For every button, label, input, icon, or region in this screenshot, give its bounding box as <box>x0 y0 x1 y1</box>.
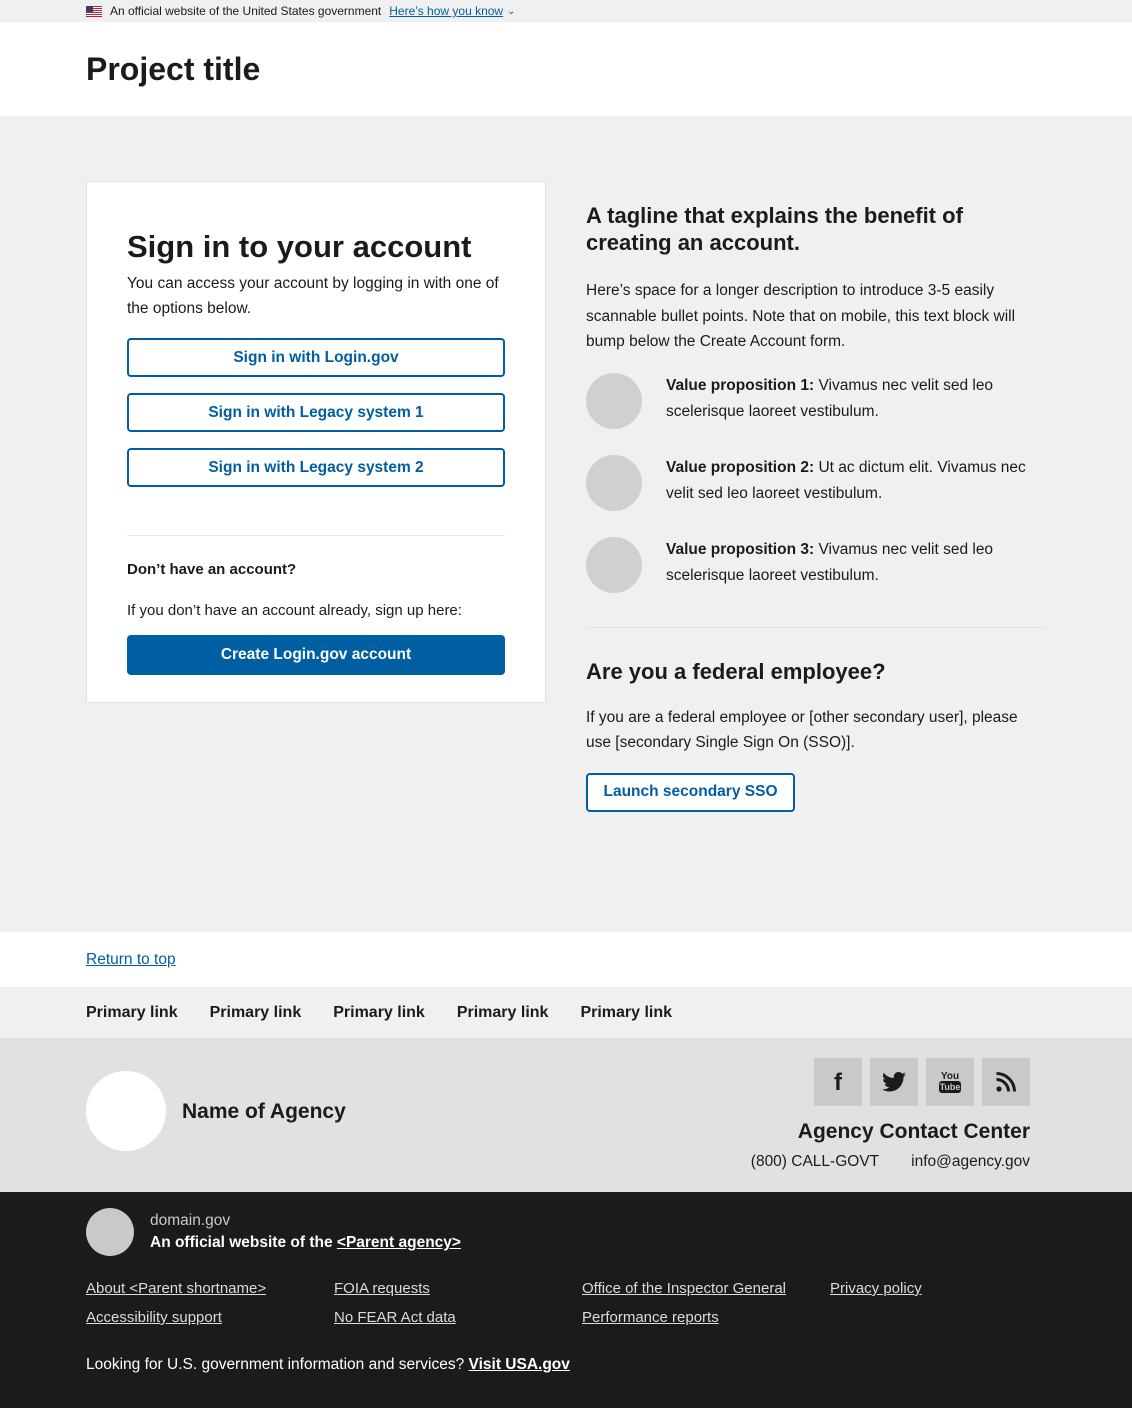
divider <box>127 535 505 536</box>
youtube-icon[interactable]: You Tube <box>926 1058 974 1106</box>
value-proposition-label: Value proposition 1: <box>666 376 815 394</box>
main-content: Sign in to your account You can access y… <box>0 116 1132 932</box>
create-account-button[interactable]: Create Login.gov account <box>127 635 505 675</box>
benefits-panel: A tagline that explains the benefit of c… <box>586 202 1046 812</box>
value-proposition: Value proposition 3: Vivamus nec velit s… <box>586 536 1046 593</box>
value-proposition: Value proposition 2: Ut ac dictum elit. … <box>586 454 1046 511</box>
federal-text: If you are a federal employee or [other … <box>586 708 1018 752</box>
foia-link[interactable]: FOIA requests <box>334 1280 430 1297</box>
identifier-domain: domain.gov <box>150 1212 231 1229</box>
no-account-heading: Don’t have an account? <box>127 561 297 578</box>
signin-title: Sign in to your account <box>127 229 472 264</box>
tagline-description: Here’s space for a longer description to… <box>586 282 1016 350</box>
site-header: Project title <box>0 22 1132 116</box>
contact-info: (800) CALL-GOVT info@agency.gov <box>751 1153 1030 1171</box>
about-link[interactable]: About <Parent shortname> <box>86 1280 266 1297</box>
federal-heading: Are you a federal employee? <box>586 658 886 684</box>
identifier: domain.gov An official website of the <P… <box>0 1192 1132 1408</box>
launch-sso-button[interactable]: Launch secondary SSO <box>586 772 795 812</box>
value-proposition-icon <box>586 454 642 511</box>
rss-icon[interactable] <box>982 1058 1030 1106</box>
signin-legacy2-button[interactable]: Sign in with Legacy system 2 <box>127 448 505 487</box>
contact-email[interactable]: info@agency.gov <box>911 1153 1030 1171</box>
banner-text: An official website of the United States… <box>110 4 382 18</box>
no-fear-act-link[interactable]: No FEAR Act data <box>334 1309 456 1326</box>
chevron-down-icon[interactable]: ⌄ <box>507 6 515 17</box>
inspector-general-link[interactable]: Office of the Inspector General <box>582 1280 786 1297</box>
value-proposition-label: Value proposition 3: <box>666 540 815 558</box>
usa-gov-text: Looking for U.S. government information … <box>86 1356 570 1374</box>
banner-how-you-know-link[interactable]: Here’s how you know <box>389 4 503 18</box>
agency-logo <box>86 1071 166 1151</box>
us-flag-icon <box>86 5 102 17</box>
value-proposition-label: Value proposition 2: <box>666 458 815 476</box>
gov-banner: An official website of the United States… <box>0 0 1132 22</box>
facebook-icon[interactable]: f <box>814 1058 862 1106</box>
footer-primary-link[interactable]: Primary link <box>86 1004 178 1022</box>
footer-primary-nav: Primary link Primary link Primary link P… <box>0 987 1132 1038</box>
return-to-top-bar: Return to top <box>0 932 1132 987</box>
divider <box>586 626 1046 628</box>
tagline: A tagline that explains the benefit of c… <box>586 203 963 255</box>
project-title[interactable]: Project title <box>86 51 260 88</box>
footer-primary-link[interactable]: Primary link <box>333 1004 425 1022</box>
social-links: f You Tube <box>806 1058 1030 1106</box>
contact-center-heading: Agency Contact Center <box>797 1120 1030 1143</box>
signin-logingov-button[interactable]: Sign in with Login.gov <box>127 338 505 377</box>
value-proposition-icon <box>586 372 642 429</box>
svg-text:You: You <box>941 1071 959 1082</box>
privacy-policy-link[interactable]: Privacy policy <box>830 1280 922 1297</box>
footer-primary-link[interactable]: Primary link <box>457 1004 549 1022</box>
footer-secondary: Name of Agency f You Tube Agency Contact… <box>0 1038 1132 1192</box>
svg-text:f: f <box>834 1070 843 1094</box>
footer-primary-link[interactable]: Primary link <box>580 1004 672 1022</box>
identifier-official-text: An official website of the <Parent agenc… <box>150 1234 461 1252</box>
footer-primary-link[interactable]: Primary link <box>210 1004 302 1022</box>
signin-intro: You can access your account by logging i… <box>127 275 499 317</box>
signin-card: Sign in to your account You can access y… <box>86 181 546 703</box>
signin-legacy1-button[interactable]: Sign in with Legacy system 1 <box>127 393 505 432</box>
contact-phone[interactable]: (800) CALL-GOVT <box>751 1153 879 1171</box>
twitter-icon[interactable] <box>870 1058 918 1106</box>
parent-agency-logo <box>86 1208 134 1256</box>
value-proposition-icon <box>586 536 642 593</box>
svg-text:Tube: Tube <box>940 1082 961 1092</box>
value-proposition: Value proposition 1: Vivamus nec velit s… <box>586 372 1046 429</box>
identifier-official-prefix: An official website of the <box>150 1234 337 1251</box>
parent-agency-link[interactable]: <Parent agency> <box>337 1234 461 1251</box>
no-account-text: If you don’t have an account already, si… <box>127 602 462 619</box>
usa-gov-prefix: Looking for U.S. government information … <box>86 1356 469 1373</box>
visit-usa-gov-link[interactable]: Visit USA.gov <box>469 1356 570 1373</box>
accessibility-link[interactable]: Accessibility support <box>86 1309 222 1326</box>
performance-reports-link[interactable]: Performance reports <box>582 1309 719 1326</box>
return-to-top-link[interactable]: Return to top <box>86 951 176 969</box>
agency-name: Name of Agency <box>182 1100 346 1123</box>
